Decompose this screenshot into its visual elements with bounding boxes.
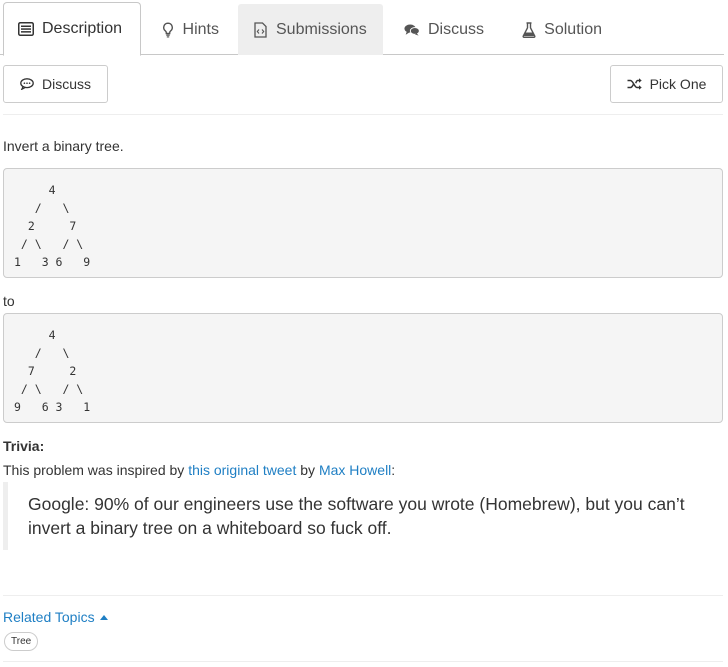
between-text: to <box>3 293 15 309</box>
trivia-suffix: : <box>391 462 396 478</box>
pick-one-button-label: Pick One <box>649 76 707 92</box>
lightbulb-icon <box>162 21 175 38</box>
tab-label: Solution <box>544 20 602 38</box>
tweet-link[interactable]: this original tweet <box>188 462 296 478</box>
comment-icon <box>20 78 34 90</box>
tweet-quote: Google: 90% of our engineers use the sof… <box>3 482 723 550</box>
pick-one-button[interactable]: Pick One <box>610 65 723 103</box>
divider <box>3 661 723 662</box>
description-icon <box>18 21 34 37</box>
trivia-prefix: This problem was inspired by <box>3 462 189 478</box>
tab-label: Description <box>42 20 123 37</box>
trivia-line: This problem was inspired by this origin… <box>3 462 395 478</box>
trivia-by: by <box>296 462 319 478</box>
problem-statement: Invert a binary tree. <box>3 138 124 154</box>
code-file-icon <box>252 21 268 38</box>
comments-icon <box>404 22 420 38</box>
tab-label: Hints <box>182 20 219 38</box>
tab-description[interactable]: Description <box>3 2 141 56</box>
topic-tag[interactable]: Tree <box>4 632 39 651</box>
tab-submissions[interactable]: Submissions <box>238 4 383 55</box>
related-topics-toggle[interactable]: Related Topics <box>3 609 108 625</box>
related-topics-label: Related Topics <box>3 609 95 625</box>
flask-icon <box>522 21 536 38</box>
tab-discuss[interactable]: Discuss <box>390 4 498 55</box>
divider <box>3 114 723 115</box>
discuss-button[interactable]: Discuss <box>3 65 108 103</box>
trivia-heading: Trivia: <box>3 438 45 454</box>
tab-label: Submissions <box>276 20 367 38</box>
tab-bar: Description Hints Submissions Discuss So… <box>0 0 724 56</box>
shuffle-icon <box>627 78 642 90</box>
output-tree-example: 4 / \ 7 2 / \ / \ 9 6 3 1 <box>3 313 723 423</box>
tab-hints[interactable]: Hints <box>148 4 233 55</box>
discuss-button-label: Discuss <box>41 76 91 92</box>
input-tree-example: 4 / \ 2 7 / \ / \ 1 3 6 9 <box>3 168 723 278</box>
caret-up-icon <box>99 614 108 620</box>
problem-page: Description Hints Submissions Discuss So… <box>0 0 728 667</box>
tab-label: Discuss <box>428 20 485 38</box>
divider <box>3 595 723 596</box>
tab-solution[interactable]: Solution <box>508 4 616 55</box>
author-link[interactable]: Max Howell <box>319 462 391 478</box>
